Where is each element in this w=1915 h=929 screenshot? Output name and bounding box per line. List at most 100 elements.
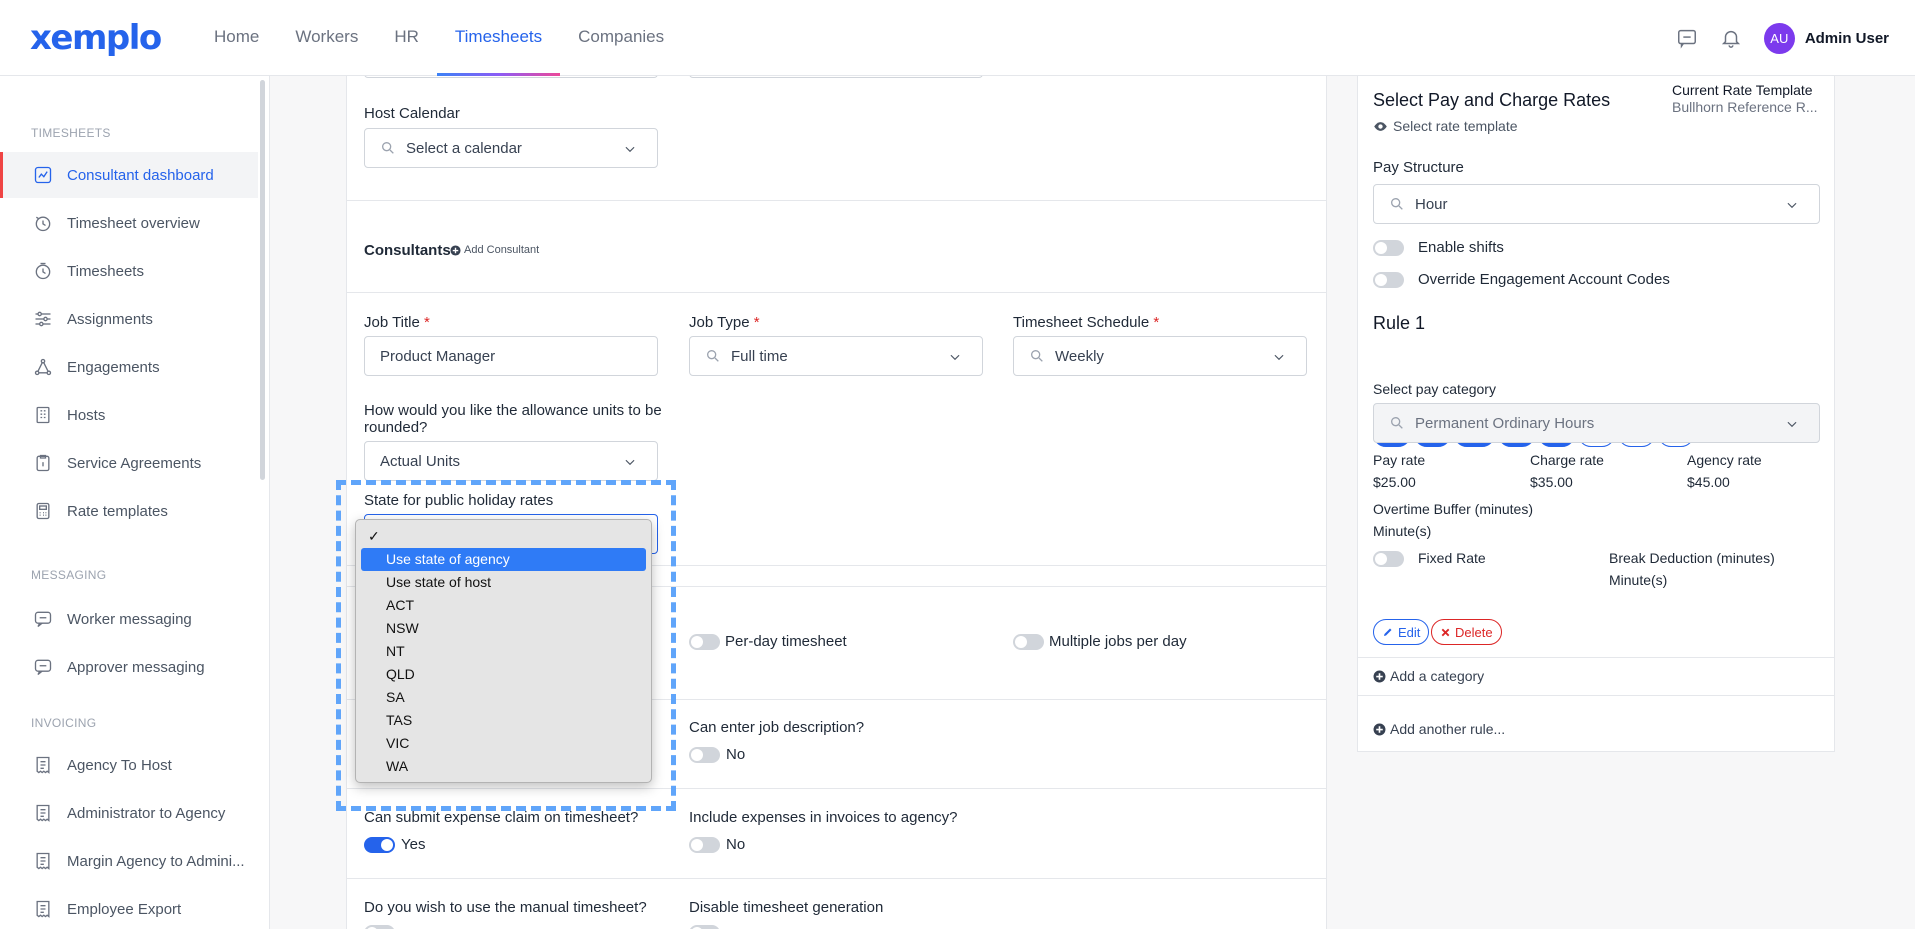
nav-hr[interactable]: HR	[376, 0, 437, 76]
break-deduction-label: Break Deduction (minutes)	[1609, 550, 1775, 566]
override-codes-toggle[interactable]	[1373, 272, 1404, 288]
manual-timesheet-label: Do you wish to use the manual timesheet?	[364, 899, 647, 916]
nav-companies[interactable]: Companies	[560, 0, 682, 76]
job-description-toggle[interactable]	[689, 747, 720, 763]
dropdown-option-sa[interactable]: SA	[361, 686, 646, 709]
search-icon	[1391, 198, 1403, 210]
dropdown-option-nt[interactable]: NT	[361, 640, 646, 663]
job-type-select[interactable]: Full time	[689, 336, 983, 376]
add-category-button[interactable]: Add a category	[1373, 668, 1484, 684]
invoice-icon	[36, 852, 50, 870]
dropdown-option-qld[interactable]: QLD	[361, 663, 646, 686]
sidebar-item-administrator-to-agency[interactable]: Administrator to Agency	[0, 790, 258, 836]
sidebar-item-label: Employee Export	[67, 900, 182, 918]
plus-circle-icon	[450, 244, 461, 256]
sidebar-item-worker-messaging[interactable]: Worker messaging	[0, 596, 258, 642]
sidebar-item-consultant-dashboard[interactable]: Consultant dashboard	[0, 152, 258, 198]
dropdown-option-agency[interactable]: Use state of agency	[361, 548, 646, 571]
sidebar-item-label: Service Agreements	[67, 454, 202, 472]
avatar[interactable]: AU	[1763, 22, 1795, 54]
sidebar-item-timesheet-overview[interactable]: Timesheet overview	[0, 200, 258, 246]
sidebar-item-service-agreements[interactable]: Service Agreements	[0, 440, 258, 486]
sidebar-item-agency-to-host[interactable]: Agency To Host	[0, 742, 258, 788]
timesheet-schedule-select[interactable]: Weekly	[1013, 336, 1307, 376]
job-description-value: No	[726, 746, 746, 763]
agency-rate-value: $45.00	[1687, 474, 1730, 490]
manual-timesheet-toggle[interactable]	[364, 925, 395, 929]
disable-generation-label: Disable timesheet generation	[689, 899, 884, 916]
include-expenses-toggle[interactable]	[689, 837, 720, 853]
sidebar-item-timesheets[interactable]: Timesheets	[0, 248, 258, 294]
nav-home[interactable]: Home	[196, 0, 277, 76]
chat-icon[interactable]	[1676, 27, 1698, 49]
delete-rule-button[interactable]: Delete	[1431, 619, 1502, 645]
dropdown-option-tas[interactable]: TAS	[361, 709, 646, 732]
cutoff-field-left[interactable]	[364, 76, 658, 78]
dropdown-option-nsw[interactable]: NSW	[361, 617, 646, 640]
add-rule-button[interactable]: Add another rule...	[1373, 721, 1505, 737]
enable-shifts-toggle[interactable]	[1373, 240, 1404, 256]
bell-icon[interactable]	[1720, 27, 1742, 49]
user-name[interactable]: Admin User	[1805, 30, 1889, 47]
pencil-icon	[1384, 628, 1392, 636]
required-marker: *	[424, 314, 430, 331]
checkmark-icon: ✓	[368, 528, 380, 544]
per-day-timesheet-toggle[interactable]	[689, 634, 720, 650]
sidebar-scrollbar[interactable]	[260, 80, 265, 480]
add-consultant-button[interactable]: Add Consultant	[450, 244, 539, 256]
dropdown-option-empty[interactable]: ✓	[361, 525, 646, 548]
allowance-rounding-select[interactable]: Actual Units	[364, 441, 658, 481]
expense-claim-value: Yes	[401, 836, 426, 853]
required-marker: *	[1153, 314, 1160, 331]
cutoff-field-right[interactable]	[689, 76, 983, 78]
section-divider	[347, 878, 1326, 879]
overtime-buffer-label: Overtime Buffer (minutes)	[1373, 501, 1534, 517]
pay-structure-select[interactable]: Hour	[1373, 184, 1820, 224]
host-calendar-select[interactable]: Select a calendar	[364, 128, 658, 168]
section-divider	[347, 788, 1326, 789]
override-codes-label: Override Engagement Account Codes	[1418, 271, 1670, 288]
top-bar: xemplo Home Workers HR Timesheets Compan…	[0, 0, 1915, 76]
dropdown-option-act[interactable]: ACT	[361, 594, 646, 617]
dropdown-option-wa[interactable]: WA	[361, 755, 646, 778]
include-expenses-label: Include expenses in invoices to agency?	[689, 809, 958, 826]
host-calendar-label: Host Calendar	[364, 105, 460, 122]
sidebar-item-label: Administrator to Agency	[67, 804, 226, 822]
sidebar-item-assignments[interactable]: Assignments	[0, 296, 258, 342]
expense-claim-toggle[interactable]	[364, 837, 395, 853]
sidebar-item-approver-messaging[interactable]: Approver messaging	[0, 644, 258, 690]
chevron-down-icon	[1274, 354, 1284, 361]
fixed-rate-toggle[interactable]	[1373, 551, 1404, 567]
sidebar-item-rate-templates[interactable]: Rate templates	[0, 488, 258, 534]
sidebar-item-employee-export[interactable]: Employee Export	[0, 886, 258, 929]
sidebar-item-label: Margin Agency to Admini...	[67, 852, 245, 870]
nav-timesheets[interactable]: Timesheets	[436, 0, 561, 76]
clock-refresh-icon	[35, 216, 51, 232]
sidebar-item-hosts[interactable]: Hosts	[0, 392, 258, 438]
clipboard-icon	[36, 454, 50, 472]
select-rate-template-link[interactable]: Select rate template	[1373, 118, 1518, 134]
dropdown-option-vic[interactable]: VIC	[361, 732, 646, 755]
sidebar-item-engagements[interactable]: Engagements	[0, 344, 258, 390]
dropdown-option-host[interactable]: Use state of host	[361, 571, 646, 594]
timesheet-schedule-label: Timesheet Schedule *	[1013, 314, 1159, 331]
add-consultant-label: Add Consultant	[464, 244, 540, 256]
nav-workers[interactable]: Workers	[277, 0, 376, 76]
sidebar-item-margin-agency[interactable]: Margin Agency to Admini...	[0, 838, 258, 884]
disable-generation-toggle[interactable]	[689, 925, 720, 929]
timesheet-schedule-label-text: Timesheet Schedule	[1013, 314, 1150, 331]
edit-rule-button[interactable]: Edit	[1373, 619, 1430, 645]
sidebar-item-label: Hosts	[67, 406, 106, 424]
pay-structure-label: Pay Structure	[1373, 159, 1464, 176]
sidebar-item-label: Worker messaging	[67, 610, 192, 628]
xemplo-logo[interactable]: xemplo	[30, 18, 162, 58]
search-icon	[382, 142, 394, 154]
charge-rate-value: $35.00	[1530, 474, 1573, 490]
add-rule-label: Add another rule...	[1390, 721, 1506, 737]
job-title-input[interactable]: Product Manager	[364, 336, 658, 376]
delete-label: Delete	[1455, 624, 1493, 640]
multiple-jobs-toggle[interactable]	[1013, 634, 1044, 650]
sidebar-item-label: Engagements	[67, 358, 160, 376]
rates-title: Select Pay and Charge Rates	[1373, 90, 1611, 110]
pay-category-select[interactable]: Permanent Ordinary Hours	[1373, 403, 1820, 443]
